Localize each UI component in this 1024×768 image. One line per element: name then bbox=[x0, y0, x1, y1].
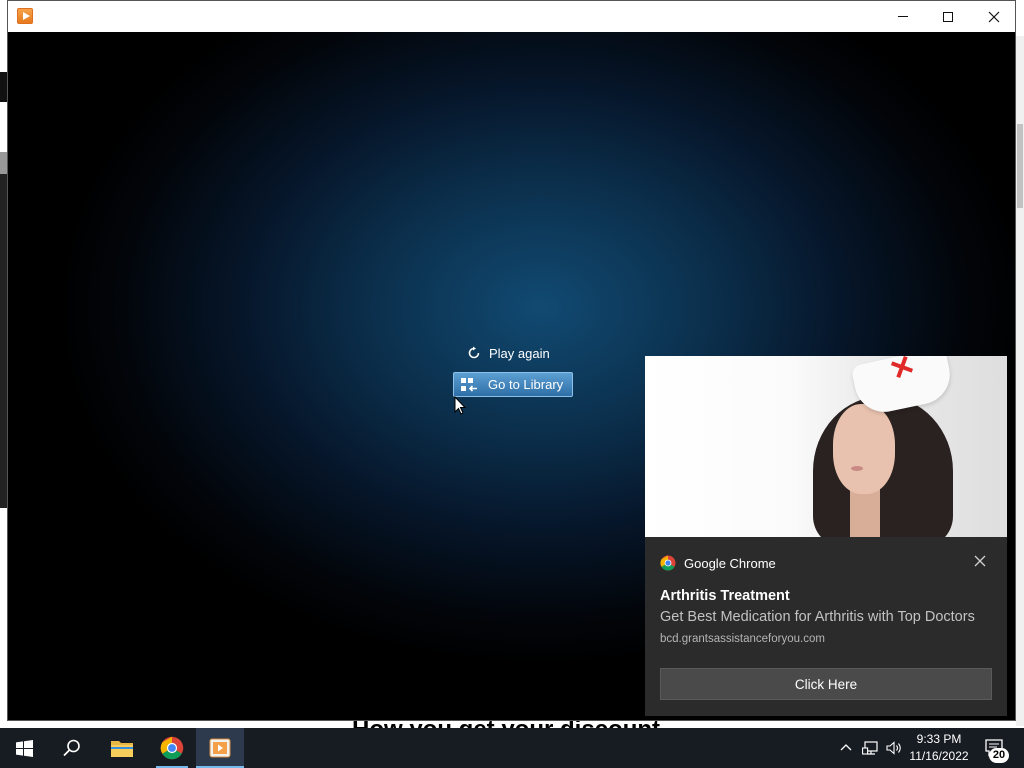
title-bar[interactable] bbox=[8, 1, 1015, 32]
notification-source-url: bcd.grantsassistanceforyou.com bbox=[660, 633, 825, 645]
start-icon bbox=[15, 739, 33, 757]
show-hidden-icons-chevron-icon[interactable] bbox=[838, 740, 854, 756]
taskbar-clock[interactable]: 9:33 PM 11/16/2022 bbox=[905, 731, 973, 765]
taskbar-media-player[interactable] bbox=[196, 728, 244, 768]
notification-hero-image bbox=[645, 356, 1007, 537]
maximize-icon bbox=[943, 11, 953, 22]
file-explorer-icon bbox=[111, 741, 133, 757]
notification-body: Get Best Medication for Arthritis with T… bbox=[660, 609, 975, 625]
go-to-library-label: Go to Library bbox=[488, 377, 564, 392]
notification-count-badge: 20 bbox=[989, 748, 1009, 763]
close-button[interactable] bbox=[971, 1, 1017, 32]
play-again-button[interactable]: Play again bbox=[459, 343, 550, 363]
search-icon bbox=[63, 739, 80, 757]
hero-face-shape bbox=[833, 404, 895, 494]
maximize-button[interactable] bbox=[925, 1, 971, 32]
mouse-pointer-icon bbox=[454, 396, 466, 415]
background-scrollbar[interactable] bbox=[1016, 36, 1024, 726]
volume-icon[interactable] bbox=[885, 740, 903, 756]
library-icon bbox=[461, 378, 477, 392]
notification-title: Arthritis Treatment bbox=[660, 588, 790, 604]
network-icon[interactable] bbox=[862, 740, 880, 756]
replay-icon bbox=[468, 346, 480, 359]
start-button[interactable] bbox=[0, 728, 48, 768]
minimize-button[interactable] bbox=[880, 1, 926, 32]
close-icon bbox=[988, 11, 1000, 22]
notification-click-here-button[interactable]: Click Here bbox=[660, 668, 992, 700]
chrome-icon bbox=[660, 555, 676, 571]
taskbar-file-explorer[interactable] bbox=[98, 728, 146, 768]
notification-app-name: Google Chrome bbox=[684, 555, 776, 571]
chrome-notification-toast[interactable]: Google Chrome Arthritis Treatment Get Be… bbox=[645, 356, 1007, 716]
media-player-app-icon[interactable] bbox=[17, 8, 33, 24]
chrome-icon bbox=[160, 736, 184, 760]
red-cross-icon bbox=[891, 356, 913, 378]
notification-close-icon[interactable] bbox=[973, 554, 987, 568]
play-again-label: Play again bbox=[489, 345, 550, 361]
taskbar-search-button[interactable] bbox=[48, 728, 96, 768]
notification-app-header: Google Chrome bbox=[660, 555, 776, 571]
clock-time: 9:33 PM bbox=[916, 732, 962, 746]
clock-date: 11/16/2022 bbox=[909, 749, 969, 763]
minimize-icon bbox=[898, 16, 908, 17]
scrollbar-thumb[interactable] bbox=[1017, 124, 1023, 208]
go-to-library-button[interactable]: Go to Library bbox=[453, 372, 573, 397]
hero-lips-shape bbox=[851, 466, 863, 471]
taskbar: 9:33 PM 11/16/2022 20 bbox=[0, 728, 1024, 768]
taskbar-chrome[interactable] bbox=[148, 728, 196, 768]
media-player-icon bbox=[209, 738, 231, 758]
